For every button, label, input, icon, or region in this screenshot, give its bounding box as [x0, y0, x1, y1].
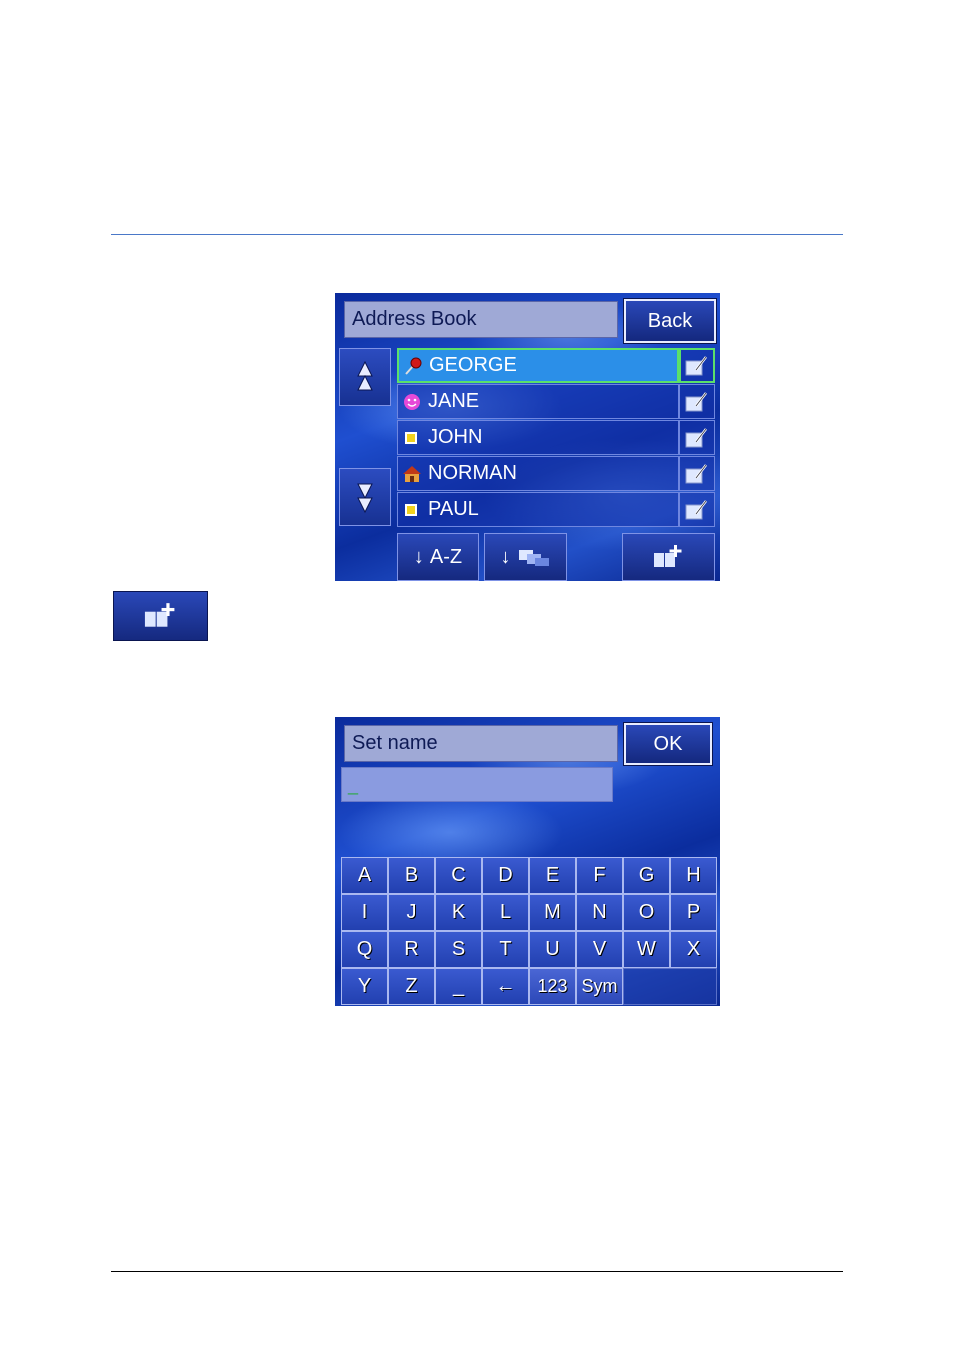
key-m[interactable]: M	[529, 894, 576, 931]
key-q[interactable]: Q	[341, 931, 388, 968]
name-input[interactable]: _	[341, 767, 613, 802]
double-up-arrow-icon	[357, 360, 373, 391]
key-f[interactable]: F	[576, 857, 623, 894]
contact-row-jane[interactable]: JANE	[397, 384, 679, 419]
key-d[interactable]: D	[482, 857, 529, 894]
key-c[interactable]: C	[435, 857, 482, 894]
key-j[interactable]: J	[388, 894, 435, 931]
key-s[interactable]: S	[435, 931, 482, 968]
key-sym[interactable]: Sym	[576, 968, 623, 1005]
contact-name: PAUL	[428, 498, 479, 520]
keyboard: A B C D E F G H I J K L M N O P Q R S T U V W X Y Z _ ← 123 Sym	[341, 857, 717, 1006]
header-rule	[111, 234, 843, 235]
key-o[interactable]: O	[623, 894, 670, 931]
ok-button[interactable]: OK	[623, 722, 713, 766]
contact-name: NORMAN	[428, 462, 517, 484]
edit-icon	[685, 391, 707, 411]
key-b[interactable]: B	[388, 857, 435, 894]
contact-name: JOHN	[428, 426, 483, 448]
key-h[interactable]: H	[670, 857, 717, 894]
edit-contact-button[interactable]	[679, 384, 715, 419]
key-w[interactable]: W	[623, 931, 670, 968]
footer-rule	[111, 1271, 843, 1272]
key-n[interactable]: N	[576, 894, 623, 931]
address-book-screen: Address Book Back GEORGE JANE JOHN NORMA…	[335, 293, 720, 581]
add-entry-icon	[653, 545, 681, 567]
sort-category-button[interactable]: ↓	[484, 533, 567, 581]
category-stack-icon	[518, 550, 549, 566]
keyboard-filler	[623, 968, 717, 1005]
set-name-screen: Set name OK _ ABCDEFGH IJKLMNOP QRSTUVWX YZ…	[335, 717, 720, 1006]
yellow-square-icon	[402, 500, 422, 520]
back-button[interactable]: Back	[623, 298, 717, 344]
edit-contact-button[interactable]	[679, 348, 715, 383]
smiley-icon	[402, 392, 422, 412]
contact-row-paul[interactable]: PAUL	[397, 492, 679, 527]
key-g[interactable]: G	[623, 857, 670, 894]
contact-name: JANE	[428, 390, 480, 412]
edit-icon	[685, 355, 707, 375]
key-z[interactable]: Z	[388, 968, 435, 1005]
key-123[interactable]: 123	[529, 968, 576, 1005]
key-x[interactable]: X	[670, 931, 717, 968]
key-r[interactable]: R	[388, 931, 435, 968]
pin-icon	[403, 356, 423, 376]
edit-icon	[685, 499, 707, 519]
contact-name: GEORGE	[429, 354, 517, 376]
yellow-square-icon	[402, 428, 422, 448]
down-arrow-icon: ↓	[500, 545, 511, 568]
edit-contact-button[interactable]	[679, 492, 715, 527]
key-v[interactable]: V	[576, 931, 623, 968]
sort-az-label: A-Z	[429, 545, 463, 568]
add-entry-icon	[144, 603, 174, 627]
edit-contact-button[interactable]	[679, 420, 715, 455]
key-u[interactable]: U	[529, 931, 576, 968]
edit-icon	[685, 427, 707, 447]
key-backspace[interactable]: ←	[482, 968, 529, 1005]
page-title: Address Book	[344, 301, 618, 338]
down-arrow-icon: ↓	[413, 545, 424, 568]
edit-icon	[685, 463, 707, 483]
key-l[interactable]: L	[482, 894, 529, 931]
key-y[interactable]: Y	[341, 968, 388, 1005]
key-underscore[interactable]: _	[435, 968, 482, 1005]
key-i[interactable]: I	[341, 894, 388, 931]
key-e[interactable]: E	[529, 857, 576, 894]
contact-row-george[interactable]: GEORGE	[397, 348, 679, 383]
key-a[interactable]: A	[341, 857, 388, 894]
add-contact-button[interactable]	[622, 533, 715, 581]
edit-contact-button[interactable]	[679, 456, 715, 491]
add-contact-button-illustration[interactable]	[113, 591, 208, 641]
contact-row-norman[interactable]: NORMAN	[397, 456, 679, 491]
house-icon	[402, 464, 422, 484]
key-t[interactable]: T	[482, 931, 529, 968]
scroll-down-button[interactable]	[339, 468, 391, 526]
key-p[interactable]: P	[670, 894, 717, 931]
page-title: Set name	[344, 725, 618, 762]
sort-alphabetical-button[interactable]: ↓ A-Z	[397, 533, 479, 581]
double-down-arrow-icon	[357, 483, 373, 514]
scroll-up-button[interactable]	[339, 348, 391, 406]
contact-row-john[interactable]: JOHN	[397, 420, 679, 455]
key-k[interactable]: K	[435, 894, 482, 931]
